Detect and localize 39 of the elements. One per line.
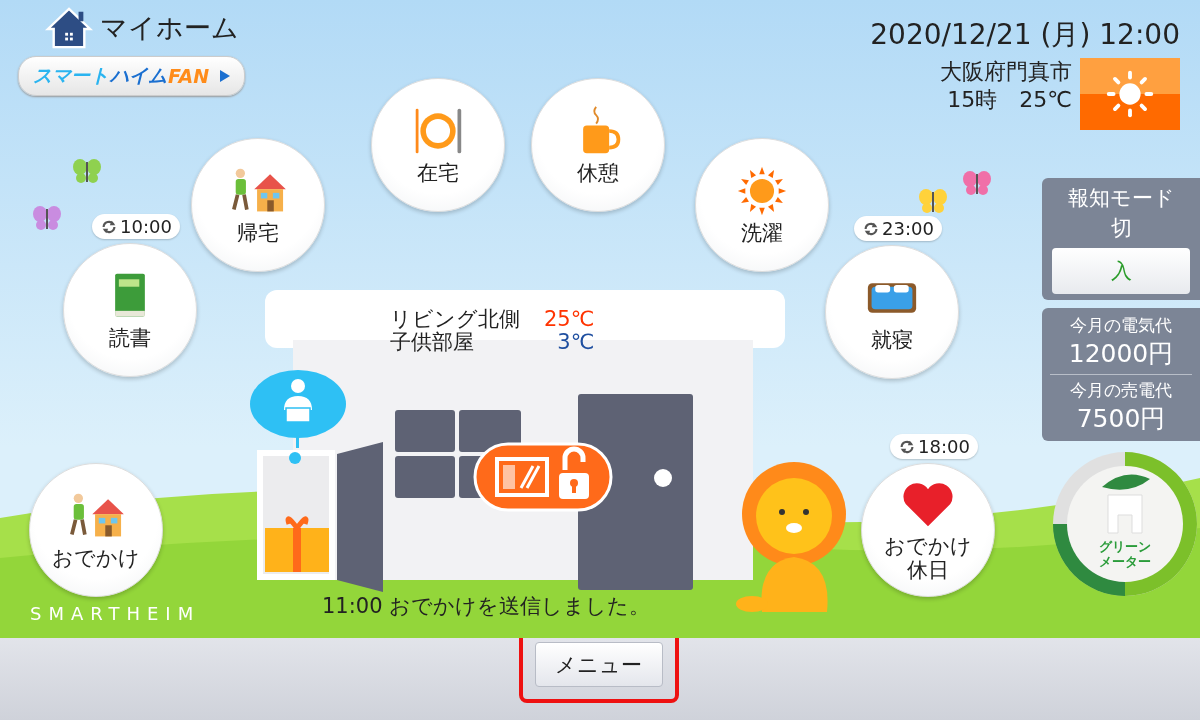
play-icon <box>220 70 231 82</box>
delivery-person-icon <box>248 368 348 448</box>
home-title-text: マイホーム <box>100 11 239 45</box>
butterfly-icon <box>962 170 992 196</box>
notification-mode-label: 報知モード <box>1067 185 1175 212</box>
cost-label: 今月の売電代 <box>1070 379 1172 402</box>
timer-badge: 18:00 <box>890 434 978 459</box>
butterfly-icon <box>918 188 948 214</box>
forecast-temperature: 25℃ <box>1019 86 1072 114</box>
scene-button[interactable]: 読書 <box>63 243 197 377</box>
cost-amount: 12000円 <box>1068 338 1174 370</box>
house-icon <box>44 6 94 50</box>
scene-button[interactable]: 就寝 <box>825 245 959 379</box>
room-temperature: 3℃ <box>556 331 595 354</box>
room-name: 子供部屋 <box>390 331 475 354</box>
scene-button[interactable]: おでかけ <box>29 463 163 597</box>
date-time: 2020/12/21 (月) 12:00 <box>870 17 1180 53</box>
fan-link-button[interactable]: スマートハイムFAN <box>18 56 246 96</box>
cost-amount: 7500円 <box>1076 403 1166 435</box>
home-title[interactable]: マイホーム <box>44 6 246 50</box>
forecast-hour: 15時 <box>947 86 998 114</box>
scene-button[interactable]: 在宅 <box>371 78 505 212</box>
room-name: リビング北側 <box>390 308 520 331</box>
scene-button[interactable]: 休憩 <box>531 78 665 212</box>
timer-badge: 10:00 <box>92 214 180 239</box>
brand-logo: SMARTHEIM <box>30 603 201 624</box>
scene-button[interactable]: 洗濯 <box>695 138 829 272</box>
menu-button[interactable]: メニュー <box>534 642 663 687</box>
butterfly-icon <box>32 205 62 231</box>
scene-button[interactable]: おでかけ休日 <box>861 463 995 597</box>
status-message: 11:00 おでかけを送信しました。 <box>322 593 651 620</box>
butterfly-icon <box>72 158 102 184</box>
sun-icon <box>1080 58 1180 130</box>
weather-location: 大阪府門真市 <box>940 58 1072 86</box>
notification-mode-state: 切 <box>1110 215 1132 242</box>
timer-badge: 23:00 <box>854 216 942 241</box>
scene-button[interactable]: 帰宅 <box>191 138 325 272</box>
room-temperature: 25℃ <box>544 308 595 331</box>
cost-label: 今月の電気代 <box>1070 314 1172 337</box>
